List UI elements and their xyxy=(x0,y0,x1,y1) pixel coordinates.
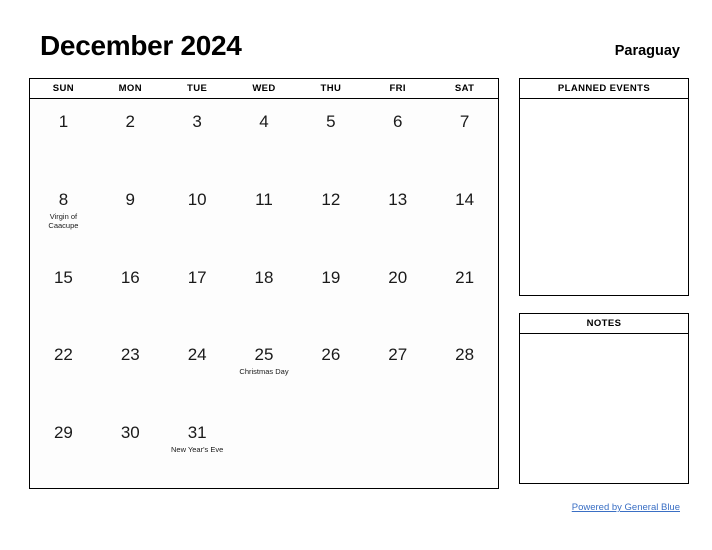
country-label: Paraguay xyxy=(614,43,680,59)
day-cell-1[interactable]: 1 xyxy=(30,99,97,177)
day-cell-2[interactable]: 2 xyxy=(97,99,164,177)
day-number: 4 xyxy=(259,112,269,131)
weekday-header-fri: FRI xyxy=(389,83,406,94)
page-footer: Powered by General Blue xyxy=(572,497,680,515)
day-cell-3[interactable]: 3 xyxy=(164,99,231,177)
planned-events-panel: PLANNED EVENTS xyxy=(519,78,689,296)
calendar-week-row: 15 16 17 18 19 20 21 xyxy=(30,255,498,333)
calendar-week-row: 22 23 24 25 Christmas Day 26 27 28 xyxy=(30,332,498,410)
weekday-header-row: SUN MON TUE WED THU FRI SAT xyxy=(29,78,499,99)
day-number: 30 xyxy=(120,423,140,443)
day-number: 8 xyxy=(58,189,69,209)
day-cell-10[interactable]: 10 xyxy=(164,177,231,255)
day-cell-15[interactable]: 15 xyxy=(30,255,97,333)
day-cell-22[interactable]: 22 xyxy=(30,332,97,410)
notes-panel: NOTES xyxy=(519,313,689,484)
weekday-header-thu: THU xyxy=(320,83,342,94)
day-cell-21[interactable]: 21 xyxy=(431,255,498,333)
day-number: 17 xyxy=(187,267,207,287)
day-cell-empty xyxy=(297,410,364,488)
weekday-header-sun: SUN xyxy=(52,83,75,94)
day-number: 28 xyxy=(455,345,475,365)
day-cell-7[interactable]: 7 xyxy=(431,99,498,177)
day-cell-18[interactable]: 18 xyxy=(231,255,298,333)
day-number: 9 xyxy=(125,189,136,209)
day-number: 3 xyxy=(192,112,202,131)
day-cell-24[interactable]: 24 xyxy=(164,332,231,410)
day-number: 21 xyxy=(455,267,475,287)
day-number: 18 xyxy=(254,267,274,287)
day-number: 29 xyxy=(53,423,73,443)
day-number: 26 xyxy=(321,345,341,365)
day-cell-6[interactable]: 6 xyxy=(364,99,431,177)
day-cell-empty xyxy=(431,410,498,488)
powered-by-link[interactable]: Powered by General Blue xyxy=(572,502,680,513)
planned-events-body[interactable] xyxy=(520,99,688,295)
day-number: 19 xyxy=(321,267,341,287)
weekday-header-wed: WED xyxy=(252,83,276,94)
calendar-week-row: 29 30 31 New Year's Eve xyxy=(30,410,498,488)
planned-events-title: PLANNED EVENTS xyxy=(520,79,688,99)
day-cell-27[interactable]: 27 xyxy=(364,332,431,410)
day-cell-31[interactable]: 31 New Year's Eve xyxy=(164,410,231,488)
page-title: December 2024 xyxy=(40,30,242,61)
day-number: 11 xyxy=(255,189,273,209)
day-number: 25 xyxy=(254,345,274,365)
day-event-label: New Year's Eve xyxy=(171,445,224,455)
day-number: 16 xyxy=(120,267,140,287)
day-cell-4[interactable]: 4 xyxy=(231,99,298,177)
day-event-label: Virgin of Caacupe xyxy=(48,211,79,231)
day-number: 14 xyxy=(455,189,475,209)
day-cell-empty xyxy=(231,410,298,488)
day-cell-empty xyxy=(364,410,431,488)
calendar-weeks: 1 2 3 4 5 6 7 8 Virgin of Caacupe 9 10 11 12 13 14 15 16… xyxy=(29,99,499,489)
day-number: 5 xyxy=(326,112,336,131)
day-cell-11[interactable]: 11 xyxy=(231,177,298,255)
day-cell-19[interactable]: 19 xyxy=(297,255,364,333)
weekday-header-sat: SAT xyxy=(454,83,475,94)
weekday-header-tue: TUE xyxy=(187,83,208,94)
day-cell-20[interactable]: 20 xyxy=(364,255,431,333)
day-number: 6 xyxy=(392,112,403,131)
day-cell-30[interactable]: 30 xyxy=(97,410,164,488)
day-number: 22 xyxy=(53,345,73,365)
day-number: 15 xyxy=(53,267,73,287)
day-cell-16[interactable]: 16 xyxy=(97,255,164,333)
day-cell-23[interactable]: 23 xyxy=(97,332,164,410)
day-number: 20 xyxy=(388,267,408,287)
calendar-week-row: 8 Virgin of Caacupe 9 10 11 12 13 14 xyxy=(30,177,498,255)
day-number: 12 xyxy=(321,189,341,209)
day-event-label: Christmas Day xyxy=(239,367,289,377)
calendar-page: December 2024 Paraguay SUN MON TUE WED THU FR… xyxy=(0,0,712,550)
calendar-week-row: 1 2 3 4 5 6 7 xyxy=(30,99,498,177)
day-cell-5[interactable]: 5 xyxy=(297,99,364,177)
day-number: 1 xyxy=(58,112,69,131)
day-cell-28[interactable]: 28 xyxy=(431,332,498,410)
day-cell-12[interactable]: 12 xyxy=(297,177,364,255)
weekday-header-mon: MON xyxy=(118,83,142,94)
day-number: 7 xyxy=(459,112,470,131)
day-number: 10 xyxy=(187,189,207,209)
day-cell-17[interactable]: 17 xyxy=(164,255,231,333)
page-header: December 2024 Paraguay xyxy=(0,0,712,76)
day-cell-14[interactable]: 14 xyxy=(431,177,498,255)
day-cell-25[interactable]: 25 Christmas Day xyxy=(231,332,298,410)
day-number: 23 xyxy=(120,345,140,365)
notes-body[interactable] xyxy=(520,334,688,483)
day-number: 24 xyxy=(187,345,207,365)
day-cell-9[interactable]: 9 xyxy=(97,177,164,255)
day-cell-13[interactable]: 13 xyxy=(364,177,431,255)
day-number: 27 xyxy=(388,345,408,365)
notes-title: NOTES xyxy=(520,314,688,334)
day-number: 2 xyxy=(125,112,136,131)
day-cell-8[interactable]: 8 Virgin of Caacupe xyxy=(30,177,97,255)
day-number: 13 xyxy=(388,189,408,209)
day-cell-26[interactable]: 26 xyxy=(297,332,364,410)
day-number: 31 xyxy=(187,423,207,443)
calendar-grid: SUN MON TUE WED THU FRI SAT 1 2 3 4 5 6 7 8 Virgin of … xyxy=(29,78,499,489)
day-cell-29[interactable]: 29 xyxy=(30,410,97,488)
